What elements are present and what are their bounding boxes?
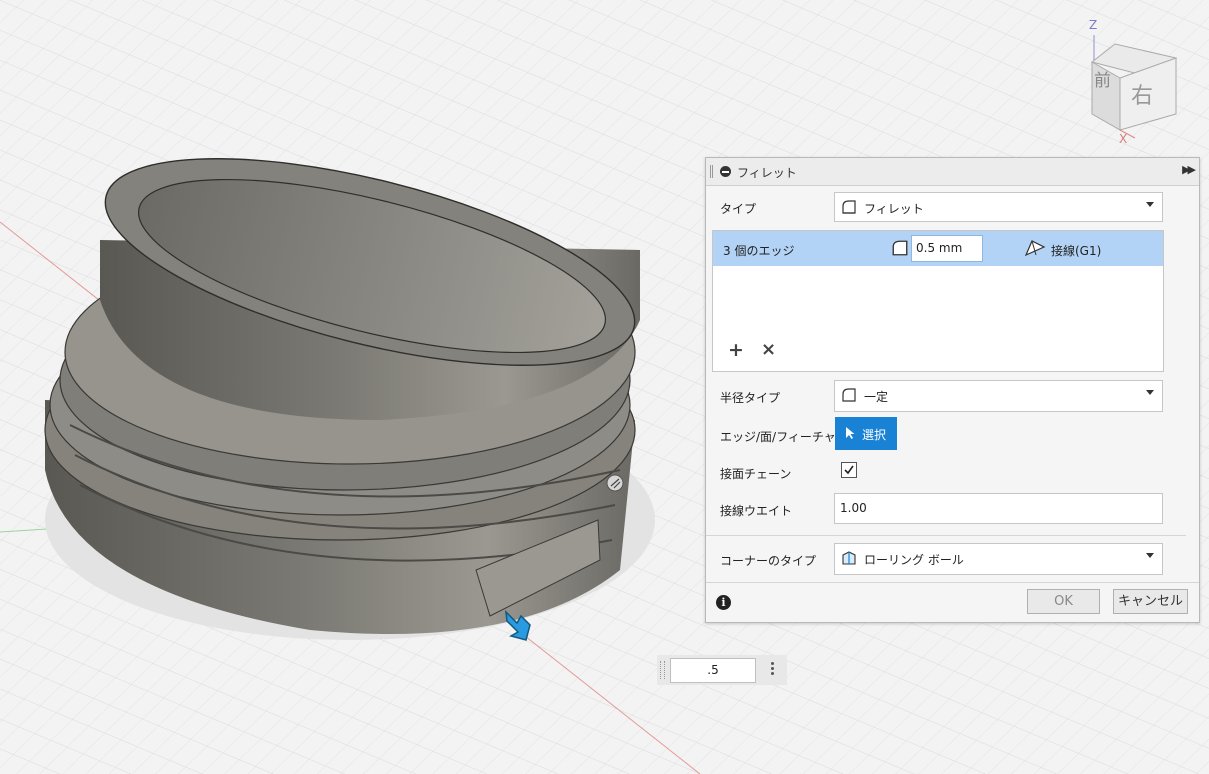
view-cube-right-label[interactable]: 右 bbox=[1131, 78, 1153, 110]
tangent-chain-label: 接面チェーン bbox=[720, 467, 792, 481]
cursor-arrow-icon bbox=[846, 427, 855, 439]
ok-button[interactable]: OK bbox=[1027, 589, 1100, 614]
tangent-weight-label: 接線ウエイト bbox=[720, 504, 793, 518]
radius-type-dropdown[interactable]: 一定 bbox=[834, 380, 1163, 412]
info-icon[interactable]: i bbox=[716, 595, 731, 610]
chevron-down-icon bbox=[1146, 390, 1154, 395]
divider bbox=[706, 535, 1186, 536]
divider bbox=[706, 582, 1199, 583]
corner-type-dropdown[interactable]: ローリング ボール bbox=[834, 543, 1163, 575]
tangent-chain-checkbox[interactable] bbox=[841, 462, 857, 478]
continuity-value[interactable]: 接線(G1) bbox=[1051, 242, 1101, 259]
tangent-weight-input[interactable]: 1.00 bbox=[834, 493, 1163, 524]
corner-type-label: コーナーのタイプ bbox=[720, 554, 817, 568]
cancel-button[interactable]: キャンセル bbox=[1113, 589, 1188, 614]
tangent-weight-value: 1.00 bbox=[840, 501, 867, 515]
heads-up-radius-input[interactable]: .5 bbox=[670, 658, 756, 683]
constant-radius-icon bbox=[842, 388, 856, 402]
radius-input[interactable]: 0.5 mm bbox=[911, 235, 983, 262]
collapse-icon[interactable] bbox=[720, 166, 731, 177]
expand-icon[interactable]: ▶▶ bbox=[1182, 163, 1196, 176]
view-cube-front-label[interactable]: 前 bbox=[1094, 66, 1111, 91]
select-button[interactable]: 選択 bbox=[835, 417, 897, 450]
dialog-title-bar[interactable]: フィレット ▶▶ bbox=[706, 158, 1199, 186]
tangent-continuity-icon[interactable] bbox=[1024, 239, 1046, 257]
type-value: フィレット bbox=[864, 202, 924, 216]
edge-set-row[interactable]: 3 個のエッジ 0.5 mm 接線(G1) bbox=[713, 231, 1163, 266]
add-icon[interactable]: + bbox=[728, 339, 744, 361]
type-dropdown[interactable]: フィレット bbox=[834, 192, 1163, 222]
drag-grip-icon[interactable] bbox=[660, 661, 665, 679]
fillet-type-icon bbox=[842, 200, 856, 214]
check-icon bbox=[844, 465, 854, 475]
view-cube-z-label: Z bbox=[1089, 18, 1098, 32]
more-options-icon[interactable] bbox=[768, 660, 776, 680]
edge-face-feature-label: エッジ/面/フィーチャ bbox=[720, 430, 836, 444]
chevron-down-icon bbox=[1146, 553, 1154, 558]
radius-icon bbox=[892, 240, 908, 256]
edge-count: 3 個のエッジ bbox=[723, 244, 795, 258]
select-label: 選択 bbox=[862, 428, 887, 442]
drag-grip-icon[interactable] bbox=[710, 165, 713, 178]
rolling-ball-icon bbox=[842, 551, 856, 565]
radius-type-value: 一定 bbox=[864, 390, 889, 404]
corner-type-value: ローリング ボール bbox=[864, 553, 964, 567]
chevron-down-icon bbox=[1146, 202, 1154, 207]
type-label: タイプ bbox=[720, 202, 757, 216]
view-cube-x-label: X bbox=[1119, 132, 1128, 146]
dialog-title: フィレット bbox=[737, 166, 797, 180]
remove-icon[interactable]: × bbox=[761, 339, 776, 360]
edge-selection-list[interactable]: 3 個のエッジ 0.5 mm 接線(G1) + × bbox=[712, 230, 1164, 372]
radius-type-label: 半径タイプ bbox=[720, 391, 781, 405]
